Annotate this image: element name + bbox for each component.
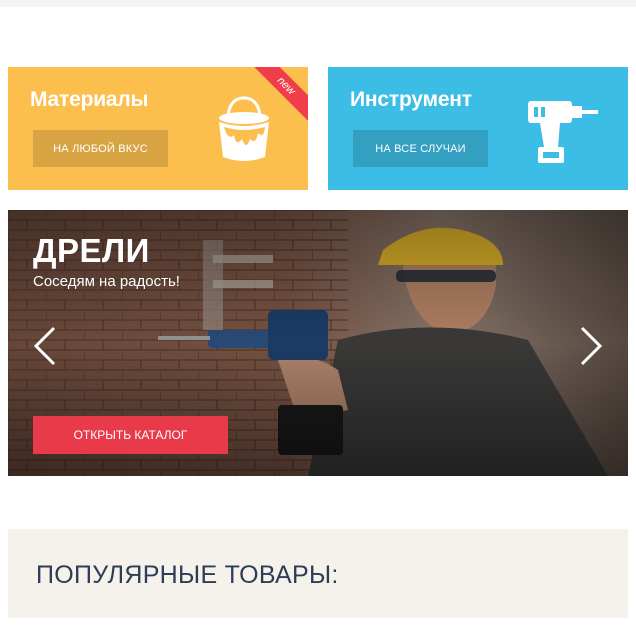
slide-subtitle: Соседям на радость! <box>33 273 180 290</box>
materials-button[interactable]: На любой вкус <box>33 130 168 167</box>
popular-products-title: Популярные товары: <box>36 561 339 589</box>
top-strip <box>0 0 636 7</box>
tools-button[interactable]: На все случаи <box>353 130 488 167</box>
new-badge: new <box>248 67 308 125</box>
promo-materials[interactable]: Материалы На любой вкус new <box>8 67 308 190</box>
new-ribbon: new <box>248 67 308 127</box>
chevron-right-icon[interactable] <box>578 326 604 366</box>
chevron-left-icon[interactable] <box>32 326 58 366</box>
promo-tools-title: Инструмент <box>350 88 472 111</box>
slide-title: ДРЕЛИ <box>33 232 150 269</box>
popular-products-section: Популярные товары: <box>8 529 628 618</box>
open-catalog-button[interactable]: Открыть каталог <box>33 416 228 454</box>
hero-slider: ДРЕЛИ Соседям на радость! Открыть катало… <box>8 210 628 476</box>
drill-icon <box>528 101 598 163</box>
promo-materials-title: Материалы <box>30 88 149 111</box>
promo-tools[interactable]: Инструмент На все случаи <box>328 67 628 190</box>
